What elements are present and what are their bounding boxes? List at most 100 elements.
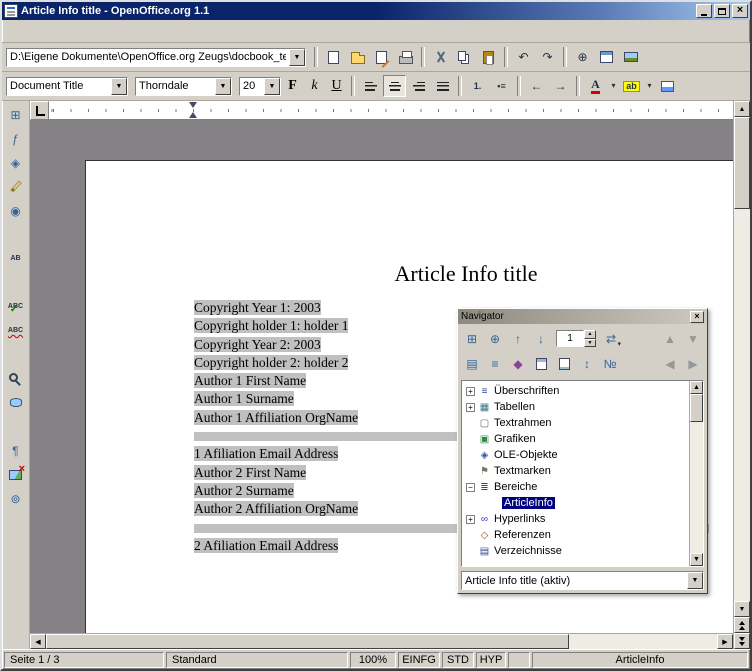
tree-expander[interactable]: + xyxy=(466,515,475,524)
navigator-document-dropdown-button[interactable]: ▼ xyxy=(687,572,703,589)
tree-item-grafiken[interactable]: ▣ Grafiken xyxy=(462,431,689,447)
increase-indent-icon[interactable]: → xyxy=(549,75,572,97)
insert-fields-icon[interactable]: ƒ xyxy=(4,127,28,150)
bullets-icon[interactable]: •≡ xyxy=(490,75,513,97)
spellcheck-icon[interactable]: ABC xyxy=(4,295,28,318)
font-dropdown-button[interactable]: ▼ xyxy=(215,78,231,95)
tab-type-button[interactable] xyxy=(30,101,49,120)
insert-icon[interactable]: ⊞ xyxy=(4,103,28,126)
spin-down-button[interactable]: ▼ xyxy=(584,339,596,348)
vertical-scroll-thumb[interactable] xyxy=(734,117,750,209)
print-icon[interactable] xyxy=(394,46,417,68)
url-input[interactable] xyxy=(7,49,289,66)
align-left-icon[interactable] xyxy=(359,75,382,97)
paragraph-style-input[interactable] xyxy=(7,78,111,95)
copy-icon[interactable] xyxy=(453,46,476,68)
font-name-input[interactable] xyxy=(136,78,215,95)
italic-button[interactable]: k xyxy=(304,76,325,96)
close-button[interactable]: × xyxy=(732,4,748,18)
align-center-icon[interactable] xyxy=(383,75,406,97)
menu-datei[interactable] xyxy=(5,27,19,35)
minimize-button[interactable] xyxy=(696,4,712,18)
next-page-button[interactable] xyxy=(734,633,750,649)
tree-item-bereiche[interactable]: − ≣ Bereiche xyxy=(462,479,689,495)
navigator-title-bar[interactable]: Navigator × xyxy=(458,309,707,324)
menu-einfuegen[interactable] xyxy=(47,27,61,35)
menu-bearbeiten[interactable] xyxy=(19,27,33,35)
tree-scroll-up-button[interactable]: ▲ xyxy=(690,381,703,394)
form-functions-icon[interactable]: ◉ xyxy=(4,199,28,222)
title-bar[interactable]: Article Info title - OpenOffice.org 1.1 … xyxy=(2,2,750,20)
scroll-up-button[interactable]: ▲ xyxy=(734,101,750,117)
style-dropdown-button[interactable]: ▼ xyxy=(111,78,127,95)
scroll-down-button[interactable]: ▼ xyxy=(734,601,750,617)
horizontal-scroll-track[interactable] xyxy=(46,634,717,649)
stylist-icon[interactable] xyxy=(595,46,618,68)
graphics-onoff-icon[interactable] xyxy=(4,463,28,486)
scroll-left-button[interactable]: ◀ xyxy=(30,634,46,649)
tree-scroll-track[interactable] xyxy=(690,394,703,553)
spin-up-button[interactable]: ▲ xyxy=(584,330,596,339)
align-justify-icon[interactable] xyxy=(431,75,454,97)
toggle-icon[interactable]: ⊞ xyxy=(461,328,483,349)
url-dropdown-button[interactable]: ▼ xyxy=(289,49,305,66)
tree-scroll-down-button[interactable]: ▼ xyxy=(690,553,703,566)
navigator-document-input[interactable] xyxy=(462,572,687,589)
bold-button[interactable]: F xyxy=(282,76,303,96)
size-dropdown-button[interactable]: ▼ xyxy=(264,78,280,95)
navigator-close-button[interactable]: × xyxy=(690,311,704,323)
font-color-dropdown-icon[interactable]: ▾ xyxy=(608,75,619,97)
page-number-input[interactable] xyxy=(556,330,584,347)
font-size-input[interactable] xyxy=(240,78,264,95)
scroll-right-button[interactable]: ▶ xyxy=(717,634,733,649)
menu-hilfe[interactable] xyxy=(103,27,117,35)
footer-icon[interactable] xyxy=(553,353,575,374)
list-box-icon[interactable]: ▤ xyxy=(461,353,483,374)
draw-functions-icon[interactable] xyxy=(4,175,28,198)
gallery-icon[interactable] xyxy=(619,46,642,68)
edit-file-icon[interactable] xyxy=(370,46,393,68)
set-reminder-icon[interactable]: ◆ xyxy=(507,353,529,374)
highlighting-dropdown-icon[interactable]: ▾ xyxy=(644,75,655,97)
previous-icon[interactable]: ↑ xyxy=(507,328,529,349)
font-color-icon[interactable]: A xyxy=(584,75,607,97)
autospellcheck-icon[interactable]: ABC xyxy=(4,319,28,342)
tree-item-referenzen[interactable]: ◇ Referenzen xyxy=(462,527,689,543)
menu-fenster[interactable] xyxy=(89,27,103,35)
paste-icon[interactable] xyxy=(477,46,500,68)
tree-item-textrahmen[interactable]: ▢ Textrahmen xyxy=(462,415,689,431)
menu-extras[interactable] xyxy=(75,27,89,35)
maximize-button[interactable] xyxy=(714,4,730,18)
autotext-icon[interactable]: AB xyxy=(4,247,28,270)
previous-page-button[interactable] xyxy=(734,617,750,633)
highlighting-icon[interactable]: ab xyxy=(620,75,643,97)
status-selection-mode[interactable]: STD xyxy=(442,652,474,668)
heading-levels-icon[interactable]: № xyxy=(599,353,621,374)
header-icon[interactable] xyxy=(530,353,552,374)
find-replace-icon[interactable] xyxy=(4,367,28,390)
status-insert-mode[interactable]: EINFG xyxy=(398,652,440,668)
tree-expander[interactable]: + xyxy=(466,403,475,412)
new-document-icon[interactable] xyxy=(322,46,345,68)
tree-expander[interactable]: − xyxy=(466,483,475,492)
open-icon[interactable] xyxy=(346,46,369,68)
data-sources-icon[interactable] xyxy=(4,391,28,414)
decrease-indent-icon[interactable]: ← xyxy=(525,75,548,97)
tree-item-tabellen[interactable]: + ▦ Tabellen xyxy=(462,399,689,415)
tree-item-hyperlinks[interactable]: + ∞ Hyperlinks xyxy=(462,511,689,527)
numbering-icon[interactable]: 1. xyxy=(466,75,489,97)
drag-mode-icon[interactable]: ⇄ xyxy=(600,328,622,349)
status-page-style[interactable]: Standard xyxy=(166,652,348,668)
status-hyperlink-mode[interactable]: HYP xyxy=(476,652,506,668)
online-layout-icon[interactable]: ⊚ xyxy=(4,487,28,510)
horizontal-scroll-thumb[interactable] xyxy=(46,634,569,649)
vertical-scroll-track[interactable] xyxy=(734,117,750,601)
menu-ansicht[interactable] xyxy=(33,27,47,35)
left-indent-marker[interactable] xyxy=(189,108,197,118)
next-icon[interactable]: ↓ xyxy=(530,328,552,349)
redo-icon[interactable]: ↷ xyxy=(536,46,559,68)
anchor-text-icon[interactable]: ↕ xyxy=(576,353,598,374)
align-right-icon[interactable] xyxy=(407,75,430,97)
navigator-icon[interactable]: ⊕ xyxy=(571,46,594,68)
tree-item-ueberschriften[interactable]: + ≡ Überschriften xyxy=(462,383,689,399)
